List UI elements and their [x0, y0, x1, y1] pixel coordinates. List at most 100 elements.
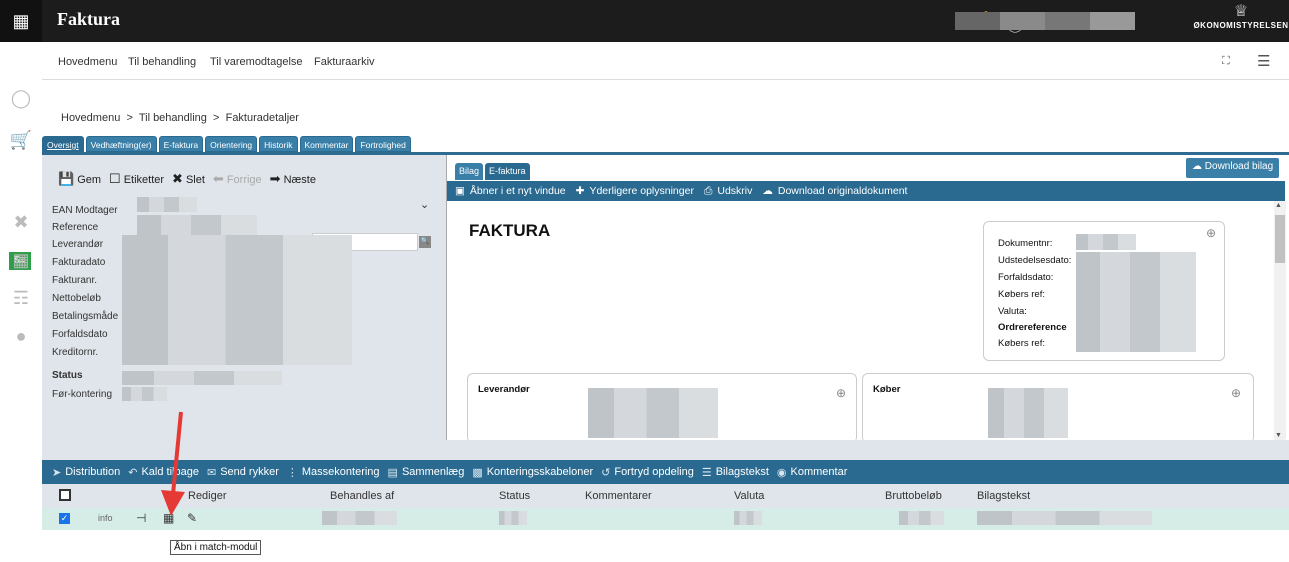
nav-til-behandling[interactable]: Til behandling — [128, 56, 196, 68]
breadcrumb-hovedmenu[interactable]: Hovedmenu — [61, 112, 120, 124]
plus-icon: ✚ — [575, 185, 585, 197]
scroll-up-icon[interactable]: ▲ — [1275, 202, 1282, 209]
hamburger-menu-icon[interactable]: ☰ — [1257, 52, 1270, 70]
send-icon: ✉ — [206, 466, 217, 479]
field-reference: Reference — [52, 222, 99, 233]
field-ean-modtager: EAN Modtager — [52, 205, 118, 216]
annotation-arrow — [161, 411, 185, 516]
info-valuta: Valuta: — [998, 306, 1027, 317]
split-icon[interactable]: ⊣ — [136, 511, 146, 525]
tab-bilag[interactable]: Bilag — [455, 163, 484, 180]
tab-e-faktura-view[interactable]: E-faktura — [485, 163, 530, 180]
save-button[interactable]: 💾 Gem — [58, 171, 101, 187]
redacted-value — [122, 235, 352, 365]
app-grid-icon[interactable]: ▦ — [0, 0, 42, 42]
app-title: Faktura — [57, 9, 120, 29]
labels-button[interactable]: ☐ Etiketter — [109, 171, 164, 187]
col-behandles-af[interactable]: Behandles af — [330, 490, 394, 502]
chevron-down-icon[interactable]: ⌄ — [420, 198, 429, 211]
breadcrumb-til-behandling[interactable]: Til behandling — [139, 112, 207, 124]
sammenlaeg-button[interactable]: ▤ Sammenlæg — [388, 466, 465, 479]
field-status: Status — [52, 370, 83, 381]
viewer-toolbar: ▣ Åbner i et nyt vindue ✚ Yderligere oplys… — [447, 181, 1285, 201]
select-all-checkbox[interactable] — [59, 489, 71, 501]
prev-button[interactable]: ⬅ Forrige — [213, 171, 262, 187]
tab-oversigt[interactable]: Oversigt — [42, 136, 84, 152]
buyer-box: Køber ⊕ — [862, 373, 1254, 440]
tab-orientering[interactable]: Orientering — [205, 136, 258, 152]
col-kommentarer[interactable]: Kommentarer — [585, 490, 652, 502]
tab-e-faktura[interactable]: E-faktura — [158, 136, 204, 152]
sammenlaeg-label: Sammenlæg — [401, 466, 465, 478]
save-label: Gem — [77, 174, 102, 186]
delete-button[interactable]: ✖ Slet — [172, 171, 205, 187]
send-rykker-label: Send rykker — [220, 466, 279, 478]
template-icon: ▩ — [472, 466, 483, 479]
compass-icon[interactable]: ◯ — [8, 86, 34, 110]
prev-label: Forrige — [226, 174, 262, 186]
print-button[interactable]: ⎙ Udskriv — [704, 185, 752, 198]
col-bilagstekst[interactable]: Bilagstekst — [977, 490, 1030, 502]
print-icon: ⎙ — [703, 184, 713, 197]
cart-icon[interactable]: 🛒 — [8, 128, 34, 152]
open-new-window-button[interactable]: ▣ Åbner i et nyt vindue — [455, 185, 566, 197]
redacted-status — [122, 371, 282, 385]
row-checkbox[interactable]: ✓ — [59, 513, 70, 524]
document-scrollbar[interactable]: ▲ ▼ — [1274, 201, 1286, 440]
bilagstekst-button[interactable]: ☰ Bilagstekst — [702, 466, 769, 479]
expand-icon[interactable]: ⊕ — [1206, 226, 1216, 240]
list-icon: ⋮ — [286, 466, 298, 479]
table-row[interactable]: ✓ info ⊣ ▦ ✎ — [42, 508, 1289, 530]
info-kobers-ref-2: Købers ref: — [998, 338, 1045, 349]
supplier-title: Leverandør — [478, 384, 530, 395]
tab-vedhaeftninger[interactable]: Vedhæftning(er) — [85, 136, 157, 152]
download-icon: ☁ — [762, 185, 773, 197]
more-info-button[interactable]: ✚ Yderligere oplysninger — [576, 185, 694, 197]
merge-icon: ▤ — [387, 466, 398, 479]
scroll-down-icon[interactable]: ▼ — [1275, 432, 1282, 439]
tab-kommentar[interactable]: Kommentar — [299, 136, 354, 152]
search-icon[interactable]: 🔍 — [419, 236, 431, 248]
kommentar-button[interactable]: ◉ Kommentar — [777, 466, 847, 479]
oekonomistyrelsen-logo: ♕ ØKONOMISTYRELSEN — [1193, 3, 1289, 39]
distribution-button[interactable]: ➤ Distribution — [52, 466, 120, 479]
fortryd-opdeling-button[interactable]: ↺ Fortryd opdeling — [601, 466, 694, 479]
col-bruttobelob[interactable]: Bruttobeløb — [885, 490, 942, 502]
scroll-thumb[interactable] — [1275, 215, 1285, 263]
user-name-redacted[interactable] — [955, 12, 1135, 30]
konteringsskabeloner-button[interactable]: ▩ Konteringsskabeloner — [472, 466, 593, 479]
next-button[interactable]: ➡ Næste — [270, 171, 316, 187]
nav-hovedmenu[interactable]: Hovedmenu — [58, 56, 117, 68]
nav-fakturaarkiv[interactable]: Fakturaarkiv — [314, 56, 375, 68]
info-ordrereference: Ordrereference — [998, 322, 1067, 333]
bilagstekst-label: Bilagstekst — [715, 466, 769, 478]
massekontering-button[interactable]: ⋮ Massekontering — [287, 466, 380, 479]
window-icon: ▣ — [455, 185, 465, 197]
user-settings-icon[interactable]: ● — [8, 324, 34, 348]
col-valuta[interactable]: Valuta — [734, 490, 764, 502]
download-original-button[interactable]: ☁ Download originaldokument — [762, 185, 907, 197]
fortryd-opdeling-label: Fortryd opdeling — [614, 466, 694, 478]
expand-icon[interactable]: ⊕ — [1231, 386, 1241, 400]
text-icon: ☰ — [701, 466, 712, 479]
tab-historik[interactable]: Historik — [259, 136, 298, 152]
breadcrumb-separator: > — [126, 112, 133, 124]
undo-icon: ↶ — [128, 466, 138, 479]
sidebar: ◯ 🛒 $≡ ✖ ▦ ☶ ● — [0, 80, 42, 562]
handshake-icon[interactable]: ☶ — [8, 286, 34, 310]
info-udstedelsesdato: Udstedelsesdato: — [998, 255, 1072, 266]
tab-fortrolighed[interactable]: Fortrolighed — [355, 136, 411, 152]
expand-icon[interactable]: ⊕ — [836, 386, 846, 400]
nav-til-varemodtagelse[interactable]: Til varemodtagelse — [210, 56, 303, 68]
fullscreen-icon[interactable]: ⛶ — [1222, 55, 1230, 68]
tools-icon[interactable]: ✖ — [8, 210, 34, 234]
distribution-label: Distribution — [65, 466, 121, 478]
share-icon: ➤ — [52, 466, 62, 479]
download-bilag-button[interactable]: ☁ Download bilag — [1186, 158, 1280, 178]
info-link[interactable]: info — [98, 513, 113, 523]
document-icon[interactable]: ▦ — [8, 248, 34, 272]
detail-tabs: Oversigt Vedhæftning(er) E-faktura Orien… — [42, 136, 411, 152]
col-status[interactable]: Status — [499, 490, 530, 502]
send-rykker-button[interactable]: ✉ Send rykker — [207, 466, 279, 479]
redacted-value — [988, 388, 1068, 438]
